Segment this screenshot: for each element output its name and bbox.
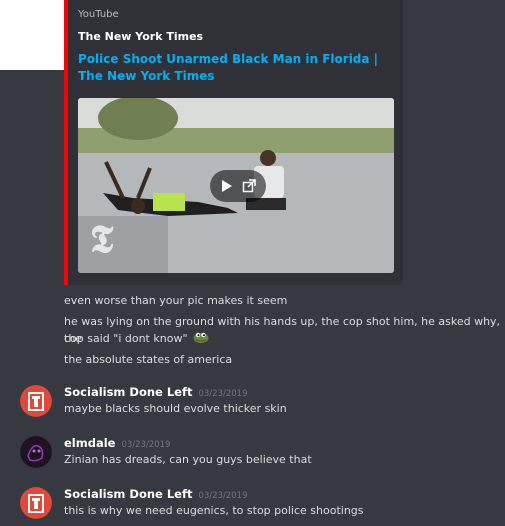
message-line: cop said "i dont know" bbox=[64, 330, 209, 348]
message-line: even worse than your pic makes it seem bbox=[64, 294, 288, 307]
username[interactable]: Socialism Done Left 03/23/2019 bbox=[64, 487, 247, 501]
play-icon[interactable] bbox=[221, 179, 233, 193]
embed-author[interactable]: The New York Times bbox=[78, 30, 203, 43]
message-content: maybe blacks should evolve thicker skin bbox=[64, 402, 287, 415]
video-controls bbox=[210, 170, 266, 202]
timestamp: 03/23/2019 bbox=[198, 491, 248, 501]
red-avatar-icon bbox=[20, 385, 52, 417]
nyt-logo-icon: 𝕿 bbox=[90, 216, 114, 261]
avatar[interactable] bbox=[20, 436, 52, 468]
message-content: this is why we need eugenics, to stop po… bbox=[64, 504, 364, 517]
white-panel bbox=[0, 0, 66, 70]
timestamp: 03/23/2019 bbox=[198, 389, 248, 399]
youtube-embed: YouTube The New York Times Police Shoot … bbox=[64, 0, 403, 285]
embed-provider[interactable]: YouTube bbox=[78, 9, 119, 20]
message-text: cop said "i dont know" bbox=[64, 332, 188, 345]
timestamp: 03/23/2019 bbox=[121, 440, 171, 450]
red-avatar-icon bbox=[20, 487, 52, 519]
pepe-emoji-icon[interactable] bbox=[193, 331, 209, 348]
message-content: Zinian has dreads, can you guys believe … bbox=[64, 453, 312, 466]
dark-avatar-icon bbox=[20, 436, 52, 468]
external-link-icon[interactable] bbox=[242, 179, 256, 193]
avatar[interactable] bbox=[20, 487, 52, 519]
embed-title-link[interactable]: Police Shoot Unarmed Black Man in Florid… bbox=[78, 51, 388, 85]
avatar[interactable] bbox=[20, 385, 52, 417]
username[interactable]: elmdale 03/23/2019 bbox=[64, 436, 170, 450]
video-thumbnail[interactable]: 𝕿 bbox=[78, 98, 394, 273]
message-line: the absolute states of america bbox=[64, 353, 233, 366]
username[interactable]: Socialism Done Left 03/23/2019 bbox=[64, 385, 247, 399]
